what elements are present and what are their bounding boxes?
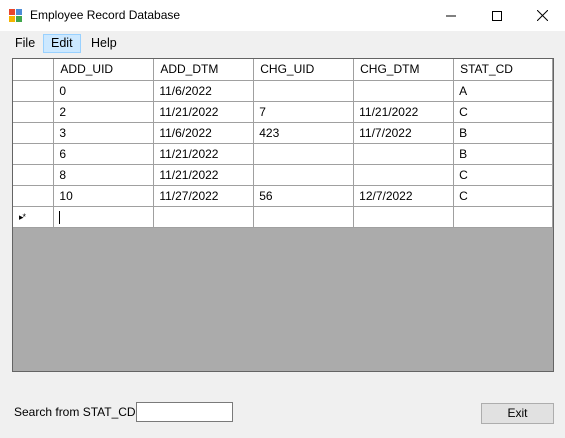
cell-add-uid[interactable]: 10 <box>53 185 155 207</box>
row-header[interactable] <box>13 143 55 165</box>
grid-header-row: ADD_UID ADD_DTM CHG_UID CHG_DTM STAT_CD <box>13 59 553 81</box>
cell-chg-dtm[interactable] <box>353 143 455 165</box>
cell-chg-uid[interactable] <box>253 143 355 165</box>
cell-chg-uid[interactable] <box>253 164 355 186</box>
cell-stat-cd[interactable]: A <box>453 80 553 102</box>
cell-add-uid[interactable]: 6 <box>53 143 155 165</box>
column-header-add-dtm[interactable]: ADD_DTM <box>153 59 255 81</box>
cell-add-dtm[interactable]: 11/27/2022 <box>153 185 255 207</box>
column-header-chg-dtm[interactable]: CHG_DTM <box>353 59 455 81</box>
cell-add-uid[interactable]: 2 <box>53 101 155 123</box>
row-header[interactable] <box>13 185 55 207</box>
cell-add-uid[interactable]: 8 <box>53 164 155 186</box>
cell-add-dtm[interactable]: 11/21/2022 <box>153 164 255 186</box>
new-row-cell-chg-dtm[interactable] <box>353 206 455 228</box>
cell-add-uid[interactable]: 0 <box>53 80 155 102</box>
menu-file[interactable]: File <box>8 34 42 53</box>
table-row[interactable]: 2 11/21/2022 7 11/21/2022 C <box>13 101 553 123</box>
menu-edit[interactable]: Edit <box>43 34 81 53</box>
new-row-cell-add-uid[interactable] <box>53 206 155 228</box>
title-bar: Employee Record Database <box>0 0 565 31</box>
grid-corner-header[interactable] <box>13 59 55 81</box>
cell-add-dtm[interactable]: 11/6/2022 <box>153 80 255 102</box>
close-icon <box>536 10 548 21</box>
column-header-chg-uid[interactable]: CHG_UID <box>253 59 355 81</box>
window-title: Employee Record Database <box>30 8 181 22</box>
table-row[interactable]: 6 11/21/2022 B <box>13 143 553 165</box>
search-input[interactable] <box>136 402 233 422</box>
row-header[interactable] <box>13 101 55 123</box>
cell-stat-cd[interactable]: C <box>453 164 553 186</box>
minimize-button[interactable] <box>428 0 474 31</box>
row-header[interactable] <box>13 80 55 102</box>
cell-stat-cd[interactable]: C <box>453 101 553 123</box>
text-caret <box>59 210 61 224</box>
cell-stat-cd[interactable]: C <box>453 185 553 207</box>
cell-chg-dtm[interactable] <box>353 80 455 102</box>
maximize-icon <box>492 10 502 21</box>
data-grid[interactable]: ADD_UID ADD_DTM CHG_UID CHG_DTM STAT_CD … <box>12 58 554 372</box>
row-header[interactable] <box>13 122 55 144</box>
main-window: Employee Record Database File Edit Help <box>0 0 565 438</box>
menu-bar: File Edit Help <box>0 31 565 55</box>
cell-chg-uid[interactable]: 56 <box>253 185 355 207</box>
grid-table: ADD_UID ADD_DTM CHG_UID CHG_DTM STAT_CD … <box>13 59 553 228</box>
cell-stat-cd[interactable]: B <box>453 143 553 165</box>
table-row[interactable]: 3 11/6/2022 423 11/7/2022 B <box>13 122 553 144</box>
new-row-header[interactable]: ▸* <box>13 206 55 228</box>
new-row[interactable]: ▸* <box>13 206 553 228</box>
maximize-button[interactable] <box>474 0 520 31</box>
new-row-cell-chg-uid[interactable] <box>253 206 355 228</box>
cell-add-dtm[interactable]: 11/6/2022 <box>153 122 255 144</box>
cell-chg-dtm[interactable]: 11/21/2022 <box>353 101 455 123</box>
cell-chg-uid[interactable]: 7 <box>253 101 355 123</box>
cell-chg-dtm[interactable]: 11/7/2022 <box>353 122 455 144</box>
menu-help[interactable]: Help <box>84 34 124 53</box>
table-row[interactable]: 0 11/6/2022 A <box>13 80 553 102</box>
search-label: Search from STAT_CD: <box>14 405 139 419</box>
table-row[interactable]: 10 11/27/2022 56 12/7/2022 C <box>13 185 553 207</box>
column-header-add-uid[interactable]: ADD_UID <box>53 59 155 81</box>
new-row-cell-stat-cd[interactable] <box>453 206 553 228</box>
close-button[interactable] <box>519 0 565 31</box>
new-row-cell-add-dtm[interactable] <box>153 206 255 228</box>
cell-chg-uid[interactable] <box>253 80 355 102</box>
app-form-icon <box>9 9 22 22</box>
column-header-stat-cd[interactable]: STAT_CD <box>453 59 553 81</box>
cell-chg-dtm[interactable] <box>353 164 455 186</box>
table-row[interactable]: 8 11/21/2022 C <box>13 164 553 186</box>
minimize-icon <box>446 15 456 16</box>
cell-add-uid[interactable]: 3 <box>53 122 155 144</box>
exit-button[interactable]: Exit <box>481 403 554 424</box>
row-header[interactable] <box>13 164 55 186</box>
cell-add-dtm[interactable]: 11/21/2022 <box>153 143 255 165</box>
cell-chg-uid[interactable]: 423 <box>253 122 355 144</box>
cell-add-dtm[interactable]: 11/21/2022 <box>153 101 255 123</box>
cell-stat-cd[interactable]: B <box>453 122 553 144</box>
cell-chg-dtm[interactable]: 12/7/2022 <box>353 185 455 207</box>
new-row-marker-icon: ▸* <box>19 211 26 222</box>
